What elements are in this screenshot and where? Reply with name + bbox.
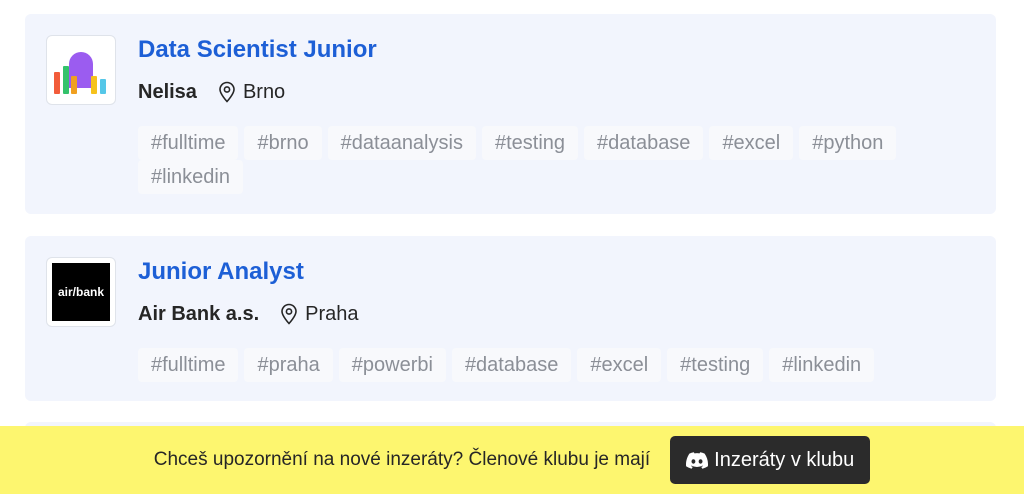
tag[interactable]: #fulltime [138, 348, 239, 382]
tag[interactable]: #linkedin [769, 348, 875, 382]
company-name: Air Bank a.s. [138, 302, 260, 325]
job-card[interactable]: air/bank Junior Analyst Air Bank a.s. Pr… [25, 236, 996, 401]
job-location: Brno [242, 80, 286, 103]
job-meta: Air Bank a.s. Praha [138, 302, 359, 326]
tag[interactable]: #excel [709, 126, 794, 160]
location-pin-icon [218, 81, 236, 103]
job-title-link[interactable]: Data Scientist Junior [138, 36, 377, 64]
job-location: Praha [305, 302, 359, 325]
tag[interactable]: #database [451, 348, 572, 382]
job-meta: Nelisa Brno [138, 80, 285, 104]
club-listings-button-label: Inzeráty v klubu [714, 448, 855, 471]
tag-list: #fulltime #brno #dataanalysis #testing #… [138, 126, 958, 194]
company-logo [46, 35, 116, 105]
tag[interactable]: #fulltime [138, 126, 239, 160]
logo-text: air/bank [58, 285, 104, 299]
club-banner: Chceš upozornění na nové inzeráty? Členo… [0, 426, 1024, 494]
tag[interactable]: #dataanalysis [327, 126, 476, 160]
tag[interactable]: #database [584, 126, 704, 160]
tag[interactable]: #praha [244, 348, 333, 382]
tag[interactable]: #testing [481, 126, 579, 160]
job-title-link[interactable]: Junior Analyst [138, 258, 304, 286]
location-pin-icon [280, 303, 298, 325]
company-logo: air/bank [46, 257, 116, 327]
tag[interactable]: #linkedin [138, 160, 243, 194]
tag[interactable]: #testing [667, 348, 764, 382]
job-card[interactable]: Data Scientist Junior Nelisa Brno #fullt… [25, 14, 996, 214]
company-name: Nelisa [138, 80, 197, 103]
tag[interactable]: #excel [577, 348, 662, 382]
club-listings-button[interactable]: Inzeráty v klubu [670, 436, 871, 484]
banner-text: Chceš upozornění na nové inzeráty? Členo… [153, 449, 651, 470]
tag[interactable]: #python [799, 126, 897, 160]
tag[interactable]: #brno [244, 126, 322, 160]
discord-icon [686, 451, 709, 469]
tag-list: #fulltime #praha #powerbi #database #exc… [138, 348, 958, 382]
tag[interactable]: #powerbi [338, 348, 446, 382]
